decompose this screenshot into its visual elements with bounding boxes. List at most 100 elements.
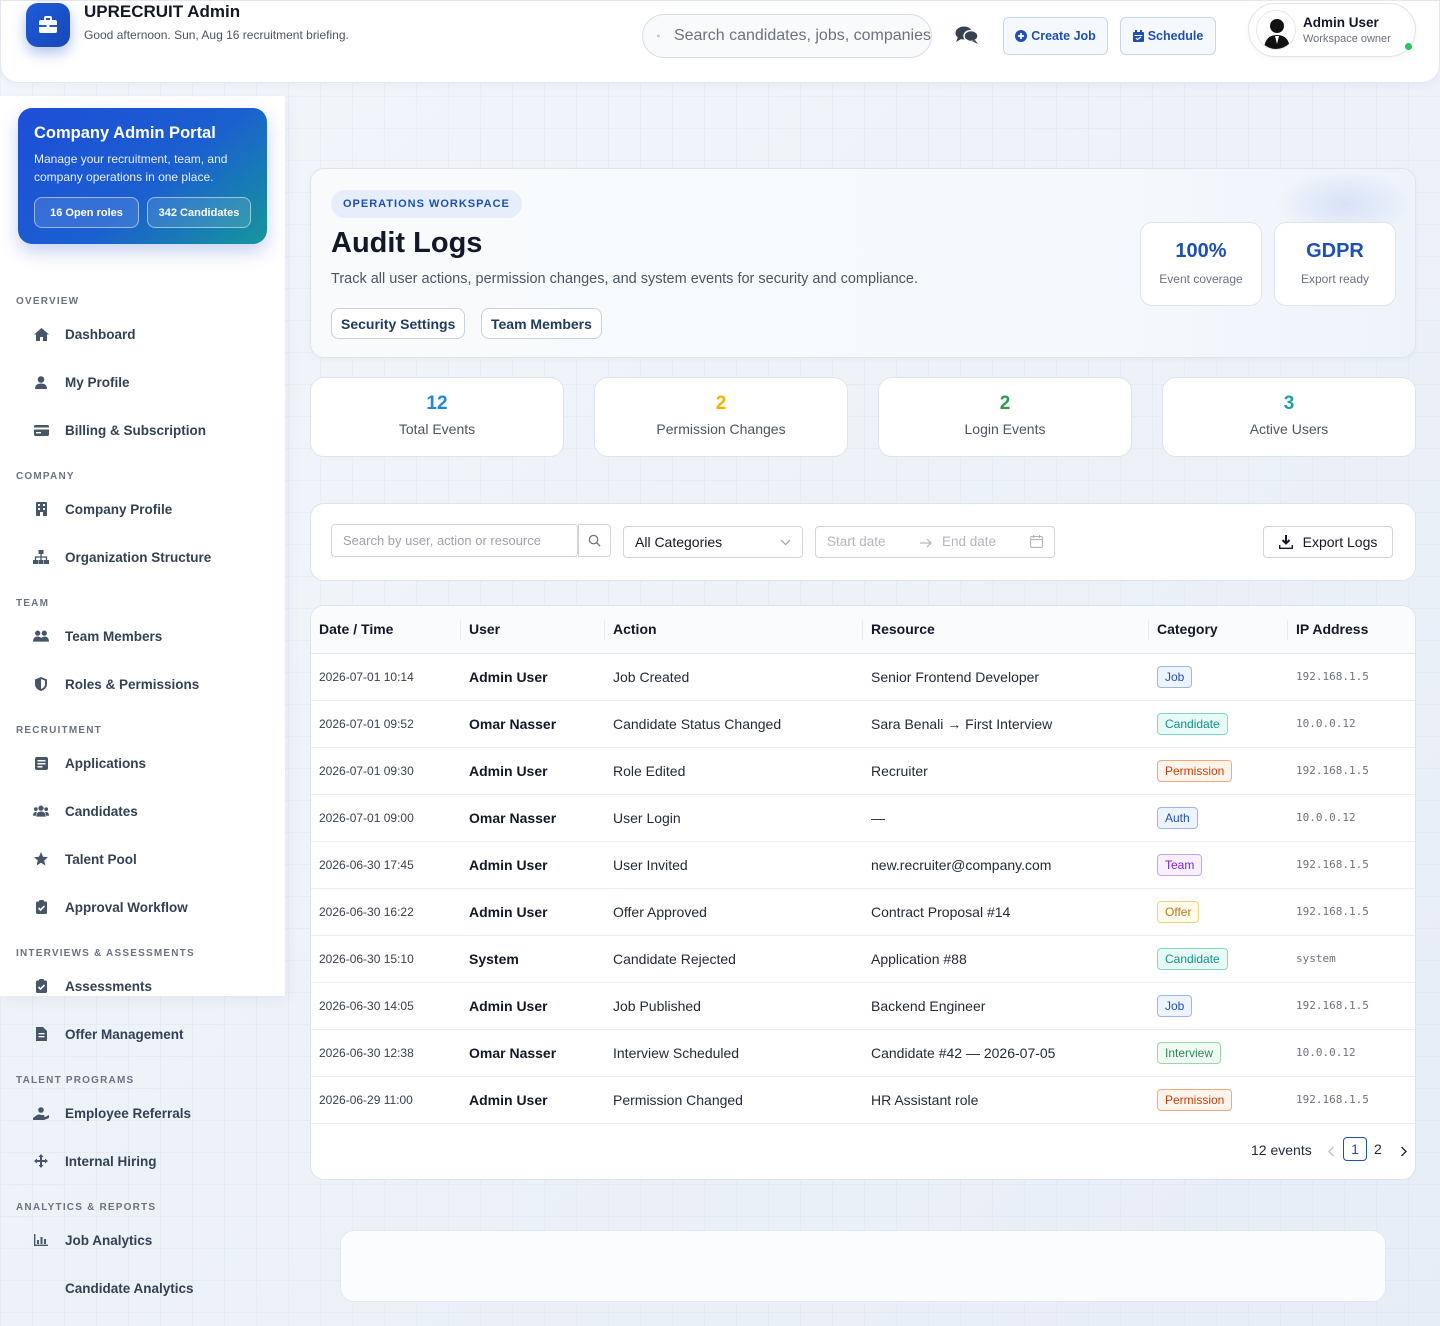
section-talent-programs: TALENT PROGRAMS [16,1075,135,1086]
create-job-label: Create Job [1031,29,1096,43]
users-icon [33,628,49,644]
table-row[interactable]: 2026-06-30 17:45 Admin User User Invited ne… [311,841,1415,889]
cell-resource: Backend Engineer [863,982,1149,1030]
sidebar-item-label: Candidate Analytics [65,1280,194,1296]
sidebar-item-candidate-analytics[interactable]: Candidate Analytics [33,1273,194,1303]
cell-datetime: 2026-06-30 12:38 [311,1029,461,1077]
cell-category: Job [1149,982,1288,1030]
chat-icon[interactable] [955,25,979,50]
sidebar-item-approval-workflow[interactable]: Approval Workflow [33,892,188,922]
create-job-button[interactable]: Create Job [1003,17,1108,55]
candidates-pill[interactable]: 342 Candidates [147,197,251,228]
cell-category: Job [1149,653,1288,701]
global-search-input[interactable]: Search candidates, jobs, companies [642,14,932,58]
next-page-button[interactable] [1400,1144,1408,1160]
cell-user: Admin User [461,841,605,889]
security-settings-link[interactable]: Security Settings [331,308,466,339]
cell-ip: 192.168.1.5 [1288,653,1415,701]
table-row[interactable]: 2026-06-29 11:00 Admin User Permission Cha… [311,1076,1415,1124]
column-header-action[interactable]: Action [605,606,863,654]
start-date-input[interactable]: Start date [827,534,886,549]
cell-datetime: 2026-06-30 16:22 [311,888,461,936]
sidebar-item-label: Assessments [65,978,153,994]
page-1-button[interactable]: 1 [1343,1137,1367,1161]
clipboard-check-icon [33,978,49,994]
cell-ip: 192.168.1.5 [1288,841,1415,889]
sidebar-item-label: Internal Hiring [65,1153,157,1169]
column-header-datetime[interactable]: Date / Time [311,606,461,654]
open-roles-pill[interactable]: 16 Open roles [34,197,139,228]
team-members-link[interactable]: Team Members [481,308,602,339]
export-logs-button[interactable]: Export Logs [1263,526,1393,558]
portal-description: Manage your recruitment, team, and compa… [34,152,228,184]
prev-page-button[interactable] [1327,1144,1335,1160]
table-row[interactable]: 2026-07-01 09:00 Omar Nasser User Login — Au… [311,794,1415,842]
sidebar-item-my-profile[interactable]: My Profile [33,367,130,397]
chevron-left-icon [1328,1146,1334,1157]
sidebar-item-dashboard[interactable]: Dashboard [33,319,136,349]
date-range-picker[interactable]: Start date End date [815,526,1055,558]
cell-ip: 10.0.0.12 [1288,1029,1415,1077]
kpi-label: Total Events [398,421,476,437]
table-row[interactable]: 2026-06-30 14:05 Admin User Job Published B… [311,982,1415,1030]
top-header: UPRECRUIT Admin Good afternoon. Sun, Aug… [0,0,1440,83]
schedule-button[interactable]: Schedule [1120,17,1216,55]
sidebar-item-employee-referrals[interactable]: Employee Referrals [33,1098,191,1128]
cell-datetime: 2026-06-30 15:10 [311,935,461,983]
table-row[interactable]: 2026-07-01 09:30 Admin User Role Edited Rec… [311,747,1415,795]
sidebar-item-offer-management[interactable]: Offer Management [33,1019,184,1049]
cell-category: Offer [1149,888,1288,936]
cell-user: Omar Nasser [461,1029,605,1077]
column-header-user[interactable]: User [461,606,605,654]
sidebar-item-label: Candidates [65,803,138,819]
log-search-input[interactable]: Search by user, action or resource [331,524,578,557]
page-2-button[interactable]: 2 [1374,1141,1382,1157]
table-row[interactable]: 2026-06-30 15:10 System Candidate Rejected… [311,935,1415,983]
category-badge: Interview [1157,1041,1222,1064]
cell-ip: 10.0.0.12 [1288,794,1415,842]
briefcase-icon[interactable] [26,3,70,47]
column-header-ip[interactable]: IP Address [1288,606,1415,654]
section-company: COMPANY [16,471,75,482]
cell-datetime: 2026-06-29 11:00 [311,1076,461,1124]
table-row[interactable]: 2026-07-01 10:14 Admin User Job Created Sen… [311,653,1415,701]
log-search-placeholder: Search by user, action or resource [343,533,541,548]
column-header-resource[interactable]: Resource [863,606,1149,654]
cell-ip: 192.168.1.5 [1288,1076,1415,1124]
user-menu[interactable]: Admin User Workspace owner [1248,3,1416,57]
table-row[interactable]: 2026-07-01 09:52 Omar Nasser Candidate Sta… [311,700,1415,748]
table-row[interactable]: 2026-06-30 16:22 Admin User Offer Approved… [311,888,1415,936]
users-group-icon [33,803,49,819]
table-row[interactable]: 2026-06-30 12:38 Omar Nasser Interview Sch… [311,1029,1415,1077]
cell-datetime: 2026-07-01 09:52 [311,700,461,748]
cell-category: Candidate [1149,700,1288,748]
building-icon [33,501,49,517]
sidebar-item-assessments[interactable]: Assessments [33,971,152,1001]
cell-user: Admin User [461,653,605,701]
sidebar-item-team-members[interactable]: Team Members [33,621,162,651]
sidebar-item-label: Job Analytics [65,1232,153,1248]
category-badge: Job [1157,994,1193,1017]
cell-resource: Recruiter [863,747,1149,795]
event-count: 12 events [1251,1142,1312,1158]
end-date-input[interactable]: End date [942,534,996,549]
sidebar-item-candidates[interactable]: Candidates [33,796,138,826]
kpi-label: Permission Changes [656,421,786,437]
stat-value: 100% [1175,240,1227,262]
sidebar-item-label: Organization Structure [65,549,212,565]
cell-action: Interview Scheduled [605,1029,863,1077]
log-search-button[interactable] [578,524,611,557]
kpi-value: 3 [1283,393,1295,414]
column-header-category[interactable]: Category [1149,606,1288,654]
sidebar-item-applications[interactable]: Applications [33,748,146,778]
sidebar-item-talent-pool[interactable]: Talent Pool [33,844,137,874]
cell-action: Offer Approved [605,888,863,936]
sidebar-item-roles[interactable]: Roles & Permissions [33,669,199,699]
sidebar-item-job-analytics[interactable]: Job Analytics [33,1225,152,1255]
sidebar-item-internal-hiring[interactable]: Internal Hiring [33,1146,157,1176]
sidebar-item-organization[interactable]: Organization Structure [33,542,211,572]
sidebar-item-company-profile[interactable]: Company Profile [33,494,172,524]
category-select[interactable]: All Categories [623,526,803,558]
chart-icon [33,1232,49,1248]
sidebar-item-billing[interactable]: Billing & Subscription [33,415,206,445]
